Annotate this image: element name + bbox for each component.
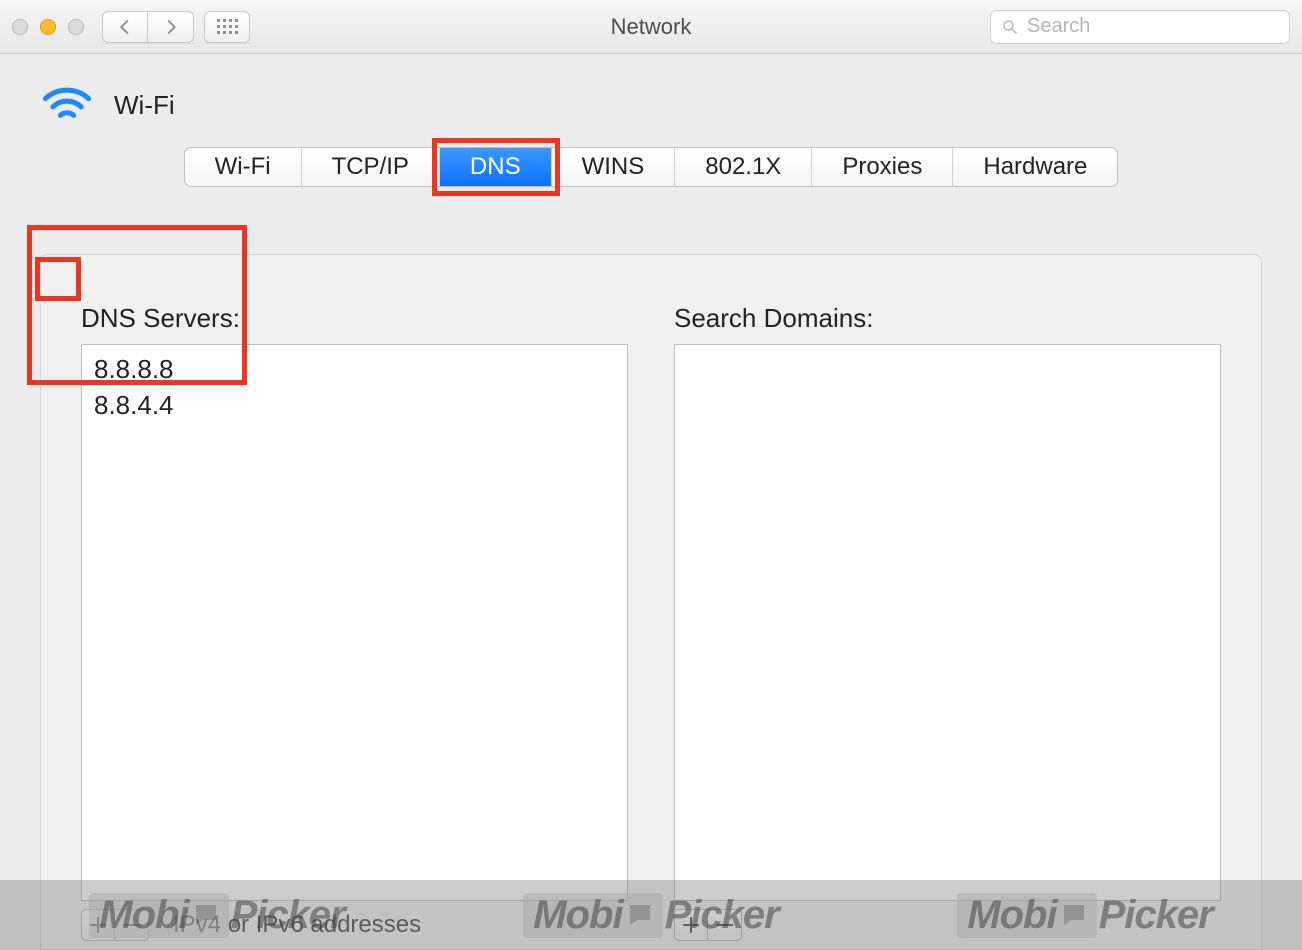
window-controls [12, 19, 84, 35]
tab-wifi[interactable]: Wi-Fi [185, 148, 302, 186]
zoom-window-button[interactable] [68, 19, 84, 35]
tab-hardware[interactable]: Hardware [953, 148, 1117, 186]
close-window-button[interactable] [12, 19, 28, 35]
minus-icon [717, 924, 733, 926]
connection-header: Wi-Fi [12, 54, 1290, 143]
minimize-window-button[interactable] [40, 19, 56, 35]
grid-icon [217, 19, 238, 34]
minus-icon [124, 924, 140, 926]
tabs-container: Wi-FiTCP/IPDNSWINS802.1XProxiesHardware [12, 143, 1290, 187]
dns-servers-list[interactable]: 8.8.8.88.8.4.4 [81, 344, 628, 901]
forward-button[interactable] [148, 11, 194, 43]
tab-8021x[interactable]: 802.1X [675, 148, 812, 186]
wifi-icon [40, 82, 94, 129]
search-domains-footer [674, 901, 1221, 949]
nav-back-forward [102, 11, 194, 43]
search-domains-label: Search Domains: [674, 303, 1221, 334]
add-dns-server-button[interactable] [81, 909, 115, 941]
tab-wins[interactable]: WINS [552, 148, 676, 186]
remove-dns-server-button[interactable] [115, 909, 149, 941]
chevron-right-icon [162, 18, 180, 36]
chevron-left-icon [116, 18, 134, 36]
dns-servers-label: DNS Servers: [81, 303, 628, 334]
titlebar: Network Search [0, 0, 1302, 54]
tab-tcpip[interactable]: TCP/IP [302, 148, 440, 186]
add-search-domain-button[interactable] [674, 909, 708, 941]
dns-server-entry[interactable]: 8.8.4.4 [94, 387, 615, 423]
dns-panel: DNS Servers: 8.8.8.88.8.4.4 IPv4 or IPv6… [40, 254, 1262, 950]
search-domains-column: Search Domains: [674, 303, 1221, 949]
dns-server-entry[interactable]: 8.8.8.8 [94, 351, 615, 387]
search-icon [1001, 18, 1019, 36]
tab-proxies[interactable]: Proxies [812, 148, 953, 186]
search-placeholder: Search [1027, 15, 1090, 38]
search-domains-list[interactable] [674, 344, 1221, 901]
dns-hint: IPv4 or IPv6 addresses [173, 911, 421, 939]
content: Wi-Fi Wi-FiTCP/IPDNSWINS802.1XProxiesHar… [0, 54, 1302, 950]
show-all-button[interactable] [204, 11, 250, 43]
dns-servers-column: DNS Servers: 8.8.8.88.8.4.4 IPv4 or IPv6… [81, 303, 628, 949]
highlight-add-button [35, 257, 81, 301]
connection-name: Wi-Fi [114, 90, 175, 121]
back-button[interactable] [102, 11, 148, 43]
remove-search-domain-button[interactable] [708, 909, 742, 941]
dns-servers-footer: IPv4 or IPv6 addresses [81, 901, 628, 949]
tab-dns[interactable]: DNS [440, 148, 552, 186]
tabs: Wi-FiTCP/IPDNSWINS802.1XProxiesHardware [184, 147, 1119, 187]
search-input[interactable]: Search [990, 10, 1290, 44]
